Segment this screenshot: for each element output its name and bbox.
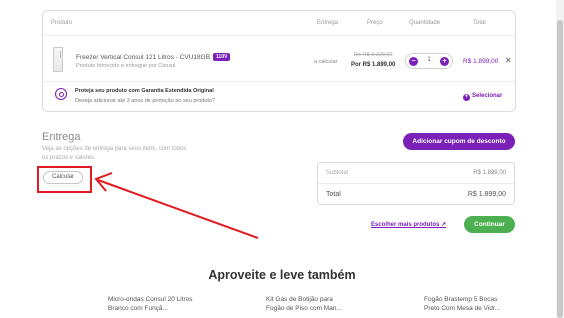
scrollbar-thumb[interactable]: [557, 20, 563, 318]
recommendation-item[interactable]: Micro-ondas Consul 20 Litros Branco com …: [108, 295, 193, 313]
recommendations-title: Aproveite e leve também: [208, 268, 356, 282]
external-link-icon: ↗: [441, 222, 447, 228]
order-summary: Subtotal R$ 1.899,00 Total R$ 1.899,00: [317, 162, 515, 205]
recommendation-name[interactable]: Micro-ondas Consul 20 Litros: [108, 295, 193, 304]
recommendation-item[interactable]: Fogão Brastemp 5 Bocas Preto Com Mesa de…: [424, 295, 500, 313]
vertical-scrollbar[interactable]: [556, 0, 564, 318]
recommendation-name[interactable]: Preto Com Mesa de Vidr...: [424, 304, 500, 313]
recommendation-item[interactable]: Kit Gás de Botijão para Fogão de Piso co…: [266, 295, 342, 313]
recommendation-name[interactable]: Branco com Funçã...: [108, 304, 193, 313]
choose-more-label[interactable]: Escolher mais produtos: [371, 222, 439, 228]
choose-more-products-link[interactable]: Escolher mais produtos ↗: [371, 221, 446, 228]
total-label: Total: [326, 191, 341, 198]
subtotal-value: R$ 1.899,00: [473, 170, 506, 176]
add-coupon-button[interactable]: Adicionar cupom de desconto: [403, 133, 515, 150]
recommendation-name[interactable]: Fogão de Piso com Man...: [266, 304, 342, 313]
continue-button[interactable]: Continuar: [464, 216, 515, 233]
subtotal-label: Subtotal: [326, 170, 349, 176]
divider: [318, 183, 514, 184]
total-value: R$ 1.899,00: [467, 191, 506, 198]
recommendation-name[interactable]: Fogão Brastemp 5 Bocas: [424, 295, 500, 304]
recommendation-name[interactable]: Kit Gás de Botijão para: [266, 295, 342, 304]
arrow-shaft: [97, 179, 259, 239]
